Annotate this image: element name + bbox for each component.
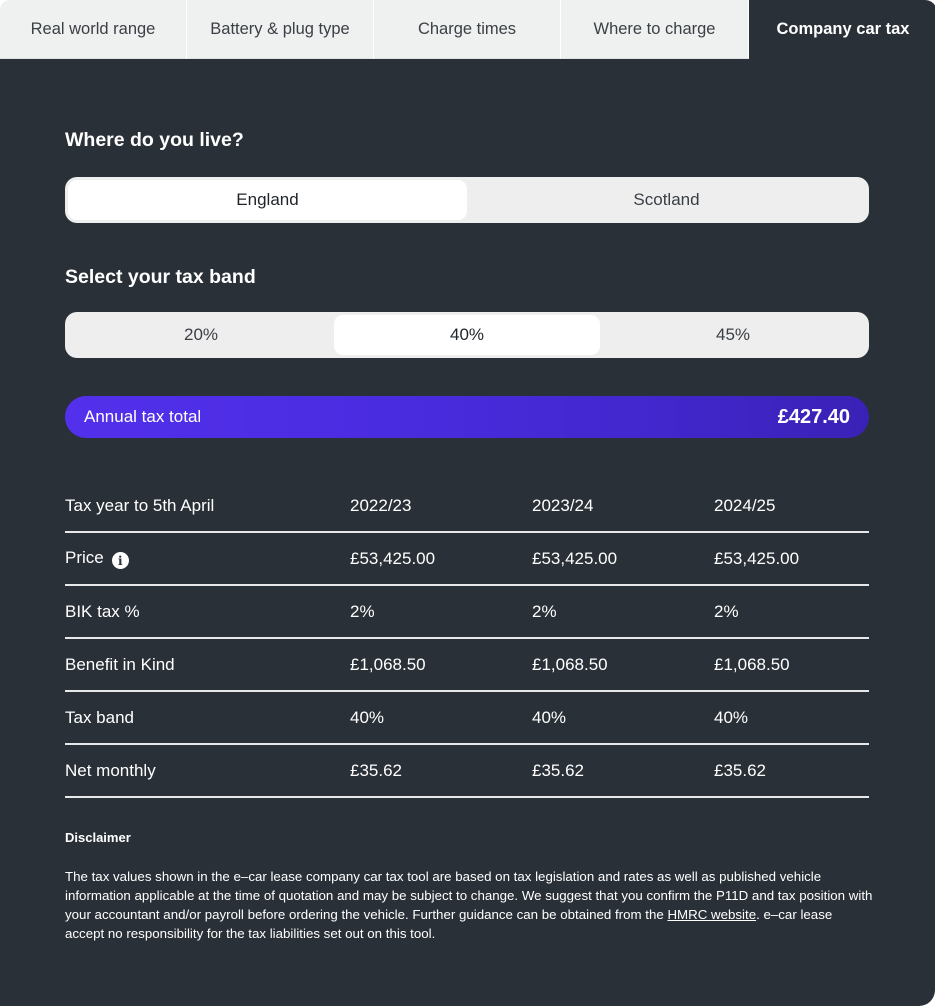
table-cell: £1,068.50	[350, 638, 532, 692]
table-cell: 40%	[714, 691, 869, 745]
tab-where-to-charge[interactable]: Where to charge	[561, 0, 749, 59]
tab-real-world-range[interactable]: Real world range	[0, 0, 187, 59]
annual-tax-total-label: Annual tax total	[84, 407, 202, 426]
row-label-text: Price	[65, 547, 104, 567]
table-cell: 40%	[532, 691, 714, 745]
table-row: Net monthly £35.62 £35.62 £35.62	[65, 744, 869, 798]
tab-company-car-tax[interactable]: Company car tax	[749, 0, 937, 59]
table-cell: 2%	[714, 585, 869, 639]
table-row: Price i £53,425.00 £53,425.00 £53,425.00	[65, 532, 869, 586]
annual-tax-total-value: £427.40	[777, 405, 850, 428]
location-heading: Where do you live?	[65, 129, 244, 151]
tax-table: Tax year to 5th April 2022/23 2023/24 20…	[65, 480, 869, 798]
tax-band-option-45[interactable]: 45%	[600, 315, 866, 355]
table-cell: £1,068.50	[532, 638, 714, 692]
info-icon[interactable]: i	[111, 552, 129, 570]
disclaimer-heading: Disclaimer	[65, 830, 131, 845]
tax-band-heading: Select your tax band	[65, 266, 256, 288]
table-cell: £35.62	[714, 744, 869, 798]
location-selector: England Scotland	[65, 177, 869, 223]
location-option-england[interactable]: England	[68, 180, 467, 220]
tax-band-option-40[interactable]: 40%	[334, 315, 600, 355]
header-cell: 2024/25	[714, 480, 869, 533]
disclaimer-text: The tax values shown in the e–car lease …	[65, 867, 875, 943]
row-label: Price i	[65, 532, 350, 586]
row-label: Tax band	[65, 691, 350, 745]
row-label: Net monthly	[65, 744, 350, 798]
table-cell: 40%	[350, 691, 532, 745]
table-cell: £53,425.00	[714, 532, 869, 586]
tab-charge-times[interactable]: Charge times	[374, 0, 561, 59]
row-label: BIK tax %	[65, 585, 350, 639]
tax-band-selector: 20% 40% 45%	[65, 312, 869, 358]
tax-band-option-20[interactable]: 20%	[68, 315, 334, 355]
header-cell: Tax year to 5th April	[65, 480, 350, 533]
row-label: Benefit in Kind	[65, 638, 350, 692]
header-cell: 2023/24	[532, 480, 714, 533]
table-row: Tax band 40% 40% 40%	[65, 691, 869, 745]
table-cell: £1,068.50	[714, 638, 869, 692]
annual-tax-total-bar: Annual tax total £427.40	[65, 396, 869, 438]
table-cell: £53,425.00	[532, 532, 714, 586]
tab-battery-plug-type[interactable]: Battery & plug type	[187, 0, 374, 59]
tab-bar: Real world range Battery & plug type Cha…	[0, 0, 937, 59]
header-cell: 2022/23	[350, 480, 532, 533]
table-cell: 2%	[350, 585, 532, 639]
table-cell: £35.62	[350, 744, 532, 798]
table-cell: £53,425.00	[350, 532, 532, 586]
table-cell: £35.62	[532, 744, 714, 798]
table-row: BIK tax % 2% 2% 2%	[65, 585, 869, 639]
table-row: Benefit in Kind £1,068.50 £1,068.50 £1,0…	[65, 638, 869, 692]
location-option-scotland[interactable]: Scotland	[467, 180, 866, 220]
hmrc-website-link[interactable]: HMRC website	[667, 907, 756, 922]
table-header-row: Tax year to 5th April 2022/23 2023/24 20…	[65, 480, 869, 533]
table-cell: 2%	[532, 585, 714, 639]
